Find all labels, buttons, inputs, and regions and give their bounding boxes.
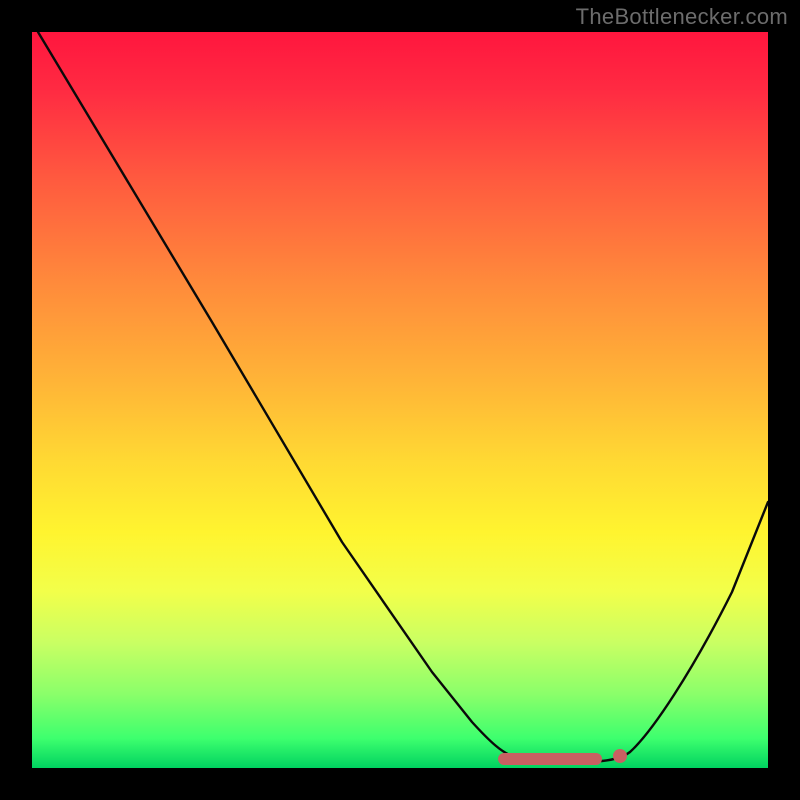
- bottleneck-curve: [38, 32, 768, 761]
- curve-layer: [32, 32, 768, 768]
- chart-frame: TheBottlenecker.com: [0, 0, 800, 800]
- plot-area: [32, 32, 768, 768]
- highlight-dot: [613, 749, 627, 763]
- watermark-text: TheBottlenecker.com: [576, 4, 788, 30]
